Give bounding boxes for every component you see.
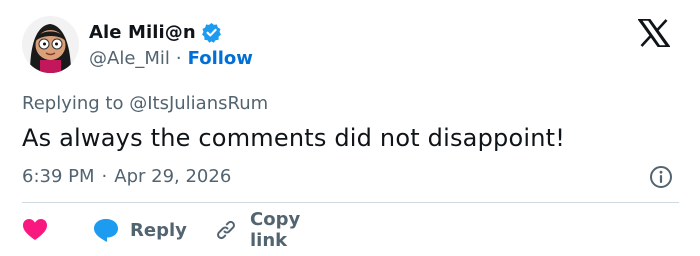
avatar[interactable] [22, 16, 79, 73]
author-name-row: Ale Mili@n [89, 22, 222, 43]
replying-to-prefix: Replying to [22, 93, 124, 114]
reply-label: Reply [130, 219, 187, 241]
author-handle-row: @Ale_Mil · Follow [89, 48, 253, 69]
divider [22, 202, 679, 203]
tweet-date[interactable]: Apr 29, 2026 [114, 166, 231, 187]
handle-separator: · [175, 48, 182, 69]
replying-to-line: Replying to @ItsJuliansRum [22, 93, 268, 114]
verified-badge-icon [201, 22, 222, 43]
x-logo-icon[interactable] [637, 18, 671, 48]
follow-button[interactable]: Follow [188, 48, 253, 69]
heart-icon[interactable] [22, 218, 48, 242]
tweet-meta: 6:39 PM · Apr 29, 2026 [22, 166, 231, 187]
author-handle[interactable]: @Ale_Mil [89, 48, 170, 69]
action-bar: Reply Copy link [22, 209, 300, 251]
meta-separator: · [101, 166, 108, 187]
reply-bubble-icon [92, 217, 120, 243]
replying-to-handle[interactable]: @ItsJuliansRum [129, 93, 268, 114]
tweet-time[interactable]: 6:39 PM [22, 166, 95, 187]
reply-button[interactable]: Reply [92, 216, 187, 244]
tweet-text: As always the comments did not disappoin… [22, 124, 566, 152]
info-icon[interactable] [649, 165, 673, 189]
link-icon [214, 218, 238, 242]
copy-link-label: Copy link [250, 209, 301, 251]
author-display-name[interactable]: Ale Mili@n [89, 22, 196, 43]
copy-link-button[interactable]: Copy link [214, 209, 300, 251]
